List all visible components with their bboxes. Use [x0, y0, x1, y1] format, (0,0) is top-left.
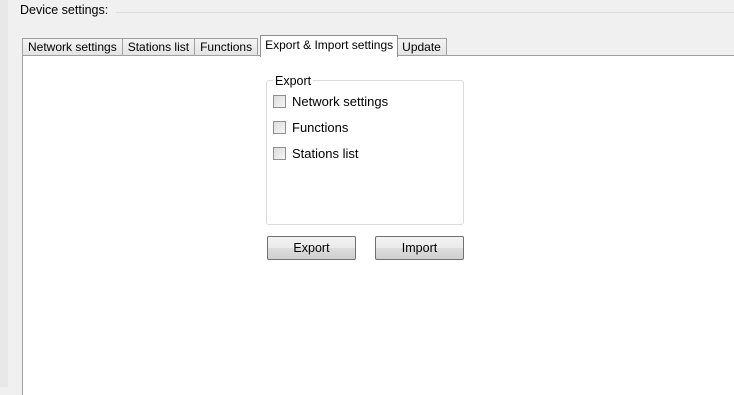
device-settings-title: Device settings: [20, 3, 109, 17]
export-group-legend: Export [273, 74, 314, 88]
export-groupbox: Export Network settings Functions Statio… [266, 74, 464, 225]
export-network-settings-option[interactable]: Network settings [273, 94, 388, 109]
tab-content-panel: Export Network settings Functions Statio… [22, 55, 734, 395]
functions-checkbox[interactable] [273, 121, 286, 134]
tab-functions[interactable]: Functions [194, 38, 259, 56]
settings-tab-bar: Network settings Stations list Functions… [22, 35, 447, 57]
network-settings-label: Network settings [292, 94, 389, 109]
tab-export-import-settings[interactable]: Export & Import settings [260, 35, 399, 57]
import-button[interactable]: Import [375, 236, 464, 260]
export-button[interactable]: Export [267, 236, 356, 260]
functions-label: Functions [292, 120, 349, 135]
window-left-edge [0, 0, 8, 387]
network-settings-checkbox[interactable] [273, 95, 286, 108]
stations-list-label: Stations list [292, 146, 359, 161]
group-divider [116, 12, 734, 13]
tab-update[interactable]: Update [396, 38, 447, 56]
tab-network-settings[interactable]: Network settings [22, 38, 123, 56]
stations-list-checkbox[interactable] [273, 147, 286, 160]
tab-stations-list[interactable]: Stations list [121, 38, 196, 56]
export-stations-list-option[interactable]: Stations list [273, 146, 358, 161]
export-functions-option[interactable]: Functions [273, 120, 348, 135]
